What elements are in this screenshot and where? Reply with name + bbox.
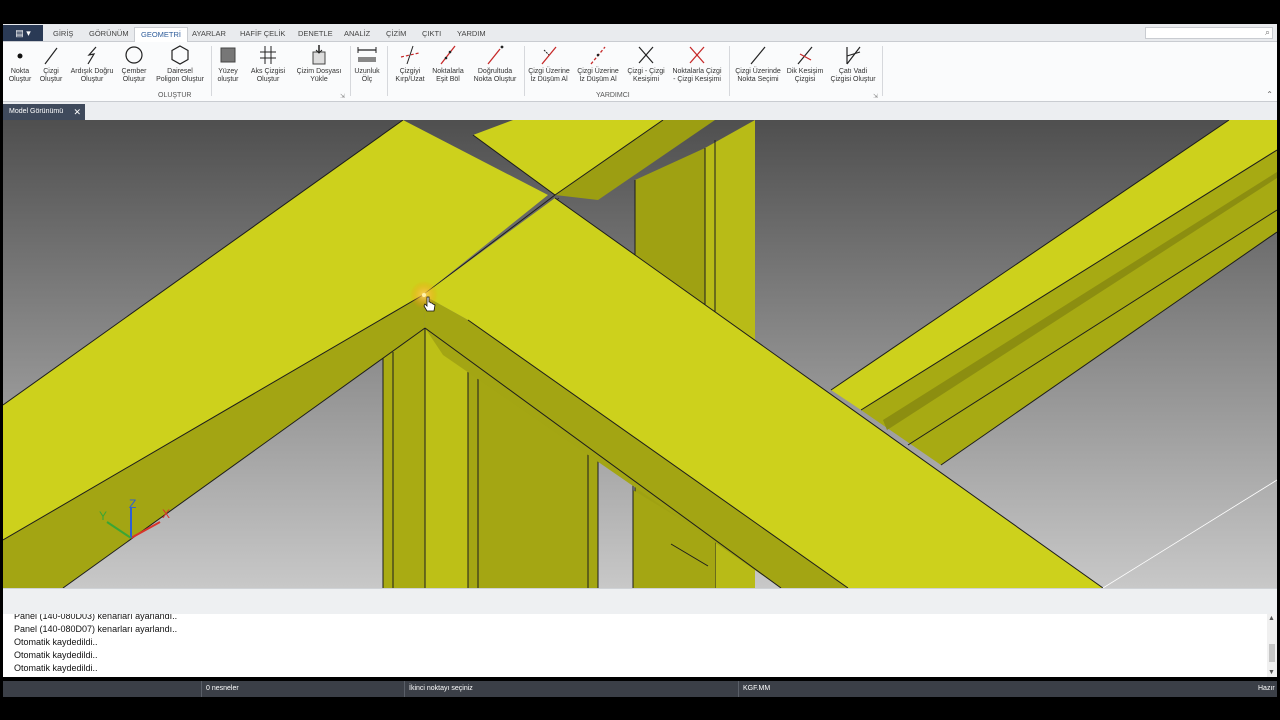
surface-create-button[interactable]: Yüzey oluştur <box>213 44 243 88</box>
tab-gorunum[interactable]: GÖRÜNÜM <box>89 27 129 42</box>
perpendicular-icon <box>797 46 813 65</box>
load-drawing-button[interactable]: Çizim Dosyası Yükle <box>295 44 343 88</box>
log-line: Otomatik kaydedildi.. <box>14 663 98 673</box>
circle-icon <box>125 46 143 64</box>
group-separator <box>350 46 351 96</box>
polygon-create-button[interactable]: Dairesel Poligon Oluştur <box>153 44 207 88</box>
status-selection-count: 0 nesneler <box>201 681 239 697</box>
polyline-create-button[interactable]: Ardışık Doğru Oluştur <box>68 44 116 88</box>
group-separator <box>524 46 525 96</box>
measure-length-button[interactable]: Uzunluk Ölç <box>352 44 382 88</box>
project-line-icon <box>590 46 606 65</box>
line-icon <box>44 47 58 65</box>
axis-z-label: Z <box>129 497 136 511</box>
hexagon-icon <box>171 45 189 65</box>
project-on-line-button-1[interactable]: Çizgi Üzerine İz Düşüm Al <box>527 44 571 88</box>
point-icon <box>17 53 23 59</box>
scroll-thumb[interactable] <box>1269 644 1275 662</box>
direction-point-button[interactable]: Doğrultuda Nokta Oluştur <box>469 44 521 88</box>
point-on-line-icon <box>750 46 766 65</box>
axis-y-label: Y <box>99 509 107 523</box>
group-separator <box>729 46 730 96</box>
search-input[interactable]: ⌕ <box>1145 27 1273 39</box>
project-line-icon <box>541 46 557 65</box>
model-scene[interactable]: X Z Y <box>3 120 1277 588</box>
point-on-line-button[interactable]: Çizgi Üzerinde Nokta Seçimi <box>731 44 785 88</box>
axis-grid-icon <box>260 46 276 64</box>
project-on-line-button-2[interactable]: Çizgi Üzerine İz Düşüm Al <box>576 44 620 88</box>
group-separator <box>882 46 883 96</box>
direction-point-icon <box>487 45 504 65</box>
tab-yardim[interactable]: YARDIM <box>457 27 486 42</box>
load-drawing-icon <box>312 45 326 65</box>
trim-extend-icon <box>400 45 420 65</box>
axis-x-label: X <box>162 507 170 521</box>
point-create-button[interactable]: Nokta Oluştur <box>5 44 35 88</box>
log-scrollbar[interactable]: ▲ ▼ <box>1267 614 1277 677</box>
polyline-icon <box>87 46 97 65</box>
trim-extend-button[interactable]: Çizgiyi Kırp/Uzat <box>391 44 429 88</box>
valley-line-icon <box>846 46 861 65</box>
point-intersection-icon <box>689 46 705 64</box>
group-label-olustur: OLUŞTUR <box>158 92 192 99</box>
log-line: Panel (140-080D03) kenarları ayarlandı.. <box>14 614 178 621</box>
point-intersection-button[interactable]: Noktalarla Çizgi - Çizgi Kesişimi <box>669 44 725 88</box>
status-ready: Hazır <box>1258 685 1275 692</box>
search-icon: ⌕ <box>1264 27 1270 37</box>
log-line: Panel (140-080D07) kenarları ayarlandı.. <box>14 624 178 634</box>
tab-model-view[interactable]: Model Görünümü ✕ <box>3 104 85 120</box>
tab-ayarlar[interactable]: AYARLAR <box>192 27 226 42</box>
tab-analiz[interactable]: ANALİZ <box>344 27 370 42</box>
divide-icon <box>440 45 456 65</box>
tab-geometri[interactable]: GEOMETRİ <box>134 27 189 42</box>
measure-icon <box>357 47 377 62</box>
tab-giris[interactable]: GİRİŞ <box>53 27 73 42</box>
surface-icon <box>220 47 236 63</box>
group-separator <box>211 46 212 96</box>
group-separator <box>387 46 388 96</box>
status-prompt: İkinci noktayı seçiniz <box>404 681 473 697</box>
scroll-down-icon[interactable]: ▼ <box>1268 669 1275 676</box>
valley-line-button[interactable]: Çatı Vadi Çizgisi Oluştur <box>828 44 878 88</box>
application-menu-button[interactable]: ▤ ▾ <box>3 25 43 41</box>
tab-model-view-label: Model Görünümü <box>9 108 64 115</box>
axis-line-create-button[interactable]: Aks Çizgisi Oluştur <box>248 44 288 88</box>
tab-cikti[interactable]: ÇIKTI <box>422 27 441 42</box>
status-bar: 0 nesneler İkinci noktayı seçiniz KGF.MM… <box>3 681 1277 697</box>
log-line: Otomatik kaydedildi.. <box>14 650 98 660</box>
model-viewport[interactable]: X Z Y <box>3 120 1277 588</box>
group-launcher-icon[interactable]: ⇲ <box>873 93 878 100</box>
ribbon-panel: Nokta Oluştur Çizgi Oluştur Ardışık Doğr… <box>3 42 1277 102</box>
intersection-icon <box>638 46 654 64</box>
divide-equal-button[interactable]: Noktalarla Eşit Böl <box>430 44 466 88</box>
title-bar <box>0 0 1280 24</box>
group-launcher-icon[interactable]: ⇲ <box>340 93 345 100</box>
message-log: Panel (140-080D03) kenarları ayarlandı..… <box>3 614 1277 677</box>
group-label-yardimci: YARDIMCI <box>596 92 630 99</box>
command-input-bar[interactable] <box>3 588 1277 614</box>
line-intersection-button[interactable]: Çizgi - Çizgi Kesişimi <box>625 44 667 88</box>
circle-create-button[interactable]: Çember Oluştur <box>118 44 150 88</box>
line-create-button[interactable]: Çizgi Oluştur <box>36 44 66 88</box>
scroll-up-icon[interactable]: ▲ <box>1268 615 1275 622</box>
tab-cizim[interactable]: ÇİZİM <box>386 27 406 42</box>
tab-denetle[interactable]: DENETLE <box>298 27 333 42</box>
tab-hafif-celik[interactable]: HAFİF ÇELİK <box>240 27 285 42</box>
status-units[interactable]: KGF.MM <box>738 681 770 697</box>
document-tab-bar: Model Görünümü ✕ <box>3 102 1277 120</box>
perpendicular-line-button[interactable]: Dik Kesişim Çizgisi <box>786 44 824 88</box>
log-line: Otomatik kaydedildi.. <box>14 637 98 647</box>
ribbon-tab-strip: ▤ ▾ GİRİŞ GÖRÜNÜM GEOMETRİ AYARLAR HAFİF… <box>3 24 1277 42</box>
close-icon[interactable]: ✕ <box>73 104 81 120</box>
ribbon-collapse-icon[interactable]: ⌃ <box>1266 90 1273 99</box>
